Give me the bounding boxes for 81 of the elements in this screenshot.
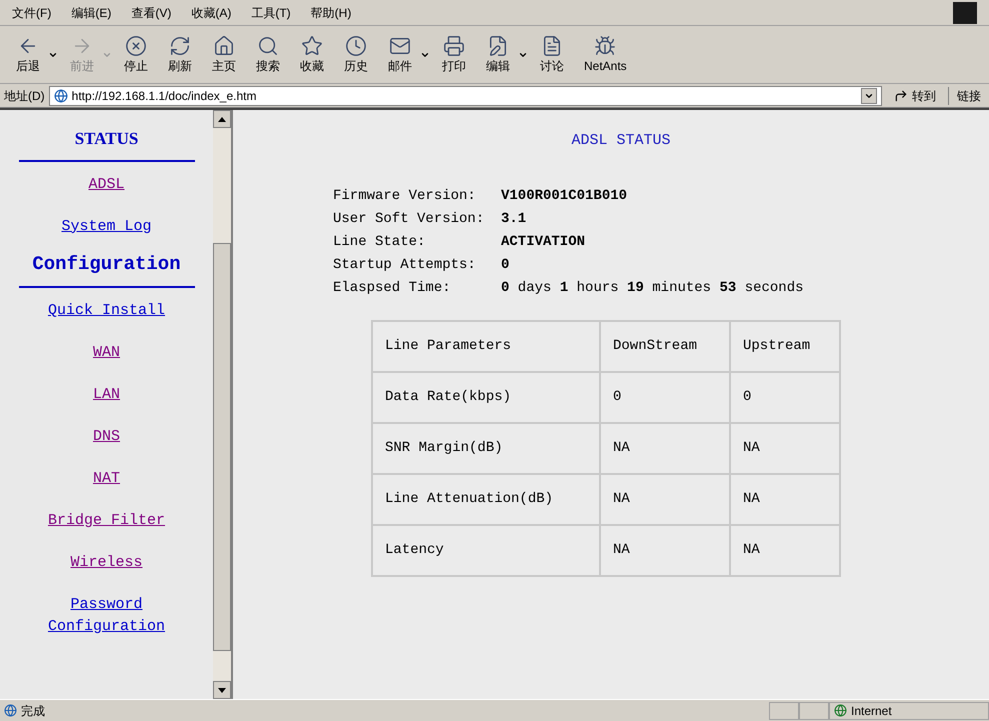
- menu-item[interactable]: 查看(V): [131, 4, 172, 22]
- toolbar-button[interactable]: 主页: [204, 34, 244, 74]
- nav-link[interactable]: NAT: [12, 468, 202, 490]
- toolbar-button[interactable]: 历史: [336, 34, 376, 74]
- field-value: 0: [501, 256, 510, 274]
- menu-item[interactable]: 收藏(A): [191, 4, 232, 22]
- page-icon: [4, 704, 17, 717]
- table-cell: Data Rate(kbps): [372, 372, 600, 422]
- table-cell: NA: [730, 524, 840, 576]
- nav-link[interactable]: Wireless: [12, 552, 202, 574]
- table-cell: 0: [600, 372, 730, 422]
- down-arrow-icon: [218, 688, 226, 692]
- go-arrow-icon: [894, 88, 908, 102]
- menu-item[interactable]: 编辑(E): [71, 4, 112, 22]
- field-label: Elaspsed Time:: [333, 278, 452, 298]
- globe-icon: [834, 704, 847, 717]
- toolbar-button[interactable]: 讨论: [532, 34, 572, 74]
- field-value: V100R001C01B010: [501, 186, 628, 206]
- toolbar-button[interactable]: NetAnts: [576, 34, 635, 74]
- nav-link[interactable]: DNS: [12, 426, 202, 448]
- page-title: ADSL STATUS: [571, 131, 671, 151]
- nav-link[interactable]: ADSL: [12, 174, 202, 196]
- toolbar-button[interactable]: 邮件: [380, 34, 420, 74]
- refresh-icon: [169, 34, 191, 56]
- zone-label: Internet: [851, 702, 892, 720]
- nav-link[interactable]: System Log: [12, 216, 202, 238]
- ant-icon: [594, 34, 616, 56]
- field-label: Firmware Version:: [333, 186, 477, 206]
- field-label: Line State:: [333, 232, 426, 252]
- status-pane: [769, 702, 799, 720]
- page-icon: [54, 88, 68, 102]
- section-title: Configuration: [18, 246, 194, 288]
- toolbar-button[interactable]: 刷新: [160, 34, 200, 74]
- section-title: STATUS: [18, 126, 194, 162]
- field-value: 0 days 1 hours 19 minutes 53 seconds: [501, 278, 804, 298]
- table-cell: 0: [730, 372, 840, 422]
- nav-link[interactable]: Password Configuration: [12, 594, 202, 638]
- clock-icon: [345, 34, 367, 56]
- table-cell: Latency: [372, 524, 600, 576]
- document-icon: [541, 34, 563, 56]
- toolbar-button[interactable]: 打印: [434, 34, 474, 74]
- toolbar-button[interactable]: 编辑: [478, 34, 518, 74]
- toolbar-button[interactable]: 收藏: [292, 34, 332, 74]
- table-cell: NA: [730, 422, 840, 474]
- field-label: Startup Attempts:: [333, 256, 477, 274]
- links-label[interactable]: 链接: [948, 86, 985, 104]
- toolbar-button[interactable]: 停止: [116, 34, 156, 74]
- go-button[interactable]: 转到: [886, 86, 944, 104]
- nav-link[interactable]: Quick Install: [12, 300, 202, 322]
- column-header: DownStream: [600, 320, 730, 372]
- menu-item[interactable]: 工具(T): [251, 4, 291, 22]
- toolbar-button[interactable]: 搜索: [248, 34, 288, 74]
- nav-link[interactable]: Bridge Filter: [12, 510, 202, 532]
- table-cell: NA: [600, 422, 730, 474]
- dropdown-button[interactable]: [861, 88, 877, 104]
- nav-link[interactable]: LAN: [12, 384, 202, 406]
- table-cell: NA: [600, 474, 730, 524]
- printer-icon: [443, 34, 465, 56]
- table-cell: NA: [730, 474, 840, 524]
- field-value: 3.1: [501, 210, 526, 228]
- table-cell: NA: [600, 524, 730, 576]
- column-header: Upstream: [730, 320, 840, 372]
- search-icon: [257, 34, 279, 56]
- address-label: 地址(D): [4, 88, 45, 104]
- field-value: ACTIVATION: [501, 232, 586, 252]
- status-text: 完成: [21, 702, 45, 720]
- up-arrow-icon: [218, 116, 226, 122]
- stop-icon: [125, 34, 147, 56]
- address-field[interactable]: http://192.168.1.1/doc/index_e.htm: [48, 86, 882, 106]
- column-header: Line Parameters: [372, 320, 600, 372]
- nav-link[interactable]: WAN: [12, 342, 202, 364]
- toolbar-button[interactable]: 后退: [8, 34, 48, 74]
- table-cell: Line Attenuation(dB): [372, 474, 600, 524]
- scroll-thumb[interactable]: [213, 243, 231, 651]
- scrollbar[interactable]: [213, 110, 231, 699]
- edit-icon: [487, 34, 509, 56]
- home-icon: [213, 34, 235, 56]
- menu-item[interactable]: 文件(F): [12, 4, 52, 22]
- menu-item[interactable]: 帮助(H): [310, 4, 352, 22]
- table-cell: SNR Margin(dB): [372, 422, 600, 474]
- field-label: User Soft Version:: [333, 210, 486, 228]
